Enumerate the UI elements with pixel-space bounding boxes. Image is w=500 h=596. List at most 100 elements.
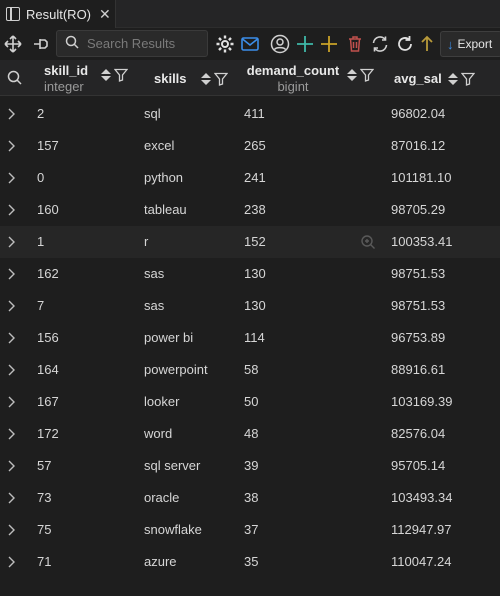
- cell-avg-sal[interactable]: 103169.39: [391, 386, 452, 418]
- move-icon[interactable]: [2, 33, 24, 55]
- chevron-right-icon[interactable]: [7, 556, 15, 568]
- chevron-right-icon[interactable]: [7, 300, 15, 312]
- cell-avg-sal[interactable]: 101181.10: [391, 162, 452, 194]
- table-row[interactable]: 172 word 48 82576.04: [0, 418, 500, 450]
- chevron-right-icon[interactable]: [7, 524, 15, 536]
- table-row[interactable]: 156 power bi 114 96753.89: [0, 322, 500, 354]
- arrow-up-icon[interactable]: [416, 33, 438, 55]
- cell-skill-id[interactable]: 1: [37, 226, 44, 258]
- filter-icon[interactable]: [214, 72, 228, 86]
- chevron-right-icon[interactable]: [7, 140, 15, 152]
- cell-skills[interactable]: sas: [144, 290, 164, 322]
- cell-avg-sal[interactable]: 110047.24: [391, 546, 452, 578]
- filter-icon[interactable]: [360, 68, 374, 82]
- cell-demand-count[interactable]: 152: [244, 226, 266, 258]
- pin-icon[interactable]: [30, 33, 52, 55]
- sort-icon[interactable]: [200, 72, 212, 86]
- chevron-right-icon[interactable]: [7, 364, 15, 376]
- cell-skill-id[interactable]: 160: [37, 194, 59, 226]
- cell-skills[interactable]: powerpoint: [144, 354, 208, 386]
- cell-demand-count[interactable]: 130: [244, 258, 266, 290]
- cell-demand-count[interactable]: 48: [244, 418, 258, 450]
- cell-skills[interactable]: word: [144, 418, 172, 450]
- cell-skill-id[interactable]: 162: [37, 258, 59, 290]
- cell-demand-count[interactable]: 39: [244, 450, 258, 482]
- chevron-right-icon[interactable]: [7, 460, 15, 472]
- search-input[interactable]: [87, 36, 207, 51]
- cell-avg-sal[interactable]: 95705.14: [391, 450, 445, 482]
- chevron-right-icon[interactable]: [7, 396, 15, 408]
- cell-demand-count[interactable]: 37: [244, 514, 258, 546]
- cell-avg-sal[interactable]: 88916.61: [391, 354, 445, 386]
- cell-skill-id[interactable]: 71: [37, 546, 51, 578]
- column-header-skill-id[interactable]: skill_id integer: [44, 60, 88, 96]
- table-row[interactable]: 1 r 152 100353.41: [0, 226, 500, 258]
- cell-demand-count[interactable]: 38: [244, 482, 258, 514]
- cell-skills[interactable]: tableau: [144, 194, 187, 226]
- sort-icon[interactable]: [100, 68, 112, 82]
- cell-avg-sal[interactable]: 98751.53: [391, 258, 445, 290]
- chevron-right-icon[interactable]: [7, 268, 15, 280]
- cell-skills[interactable]: snowflake: [144, 514, 202, 546]
- refresh-icon[interactable]: [394, 33, 416, 55]
- table-row[interactable]: 57 sql server 39 95705.14: [0, 450, 500, 482]
- cell-demand-count[interactable]: 114: [244, 322, 265, 354]
- table-row[interactable]: 71 azure 35 110047.24: [0, 546, 500, 578]
- table-row[interactable]: 157 excel 265 87016.12: [0, 130, 500, 162]
- cell-demand-count[interactable]: 241: [244, 162, 266, 194]
- delete-trash-icon[interactable]: [344, 33, 366, 55]
- cell-avg-sal[interactable]: 98705.29: [391, 194, 445, 226]
- add-column-icon[interactable]: [318, 33, 340, 55]
- cell-skill-id[interactable]: 2: [37, 98, 44, 130]
- column-header-skills[interactable]: skills: [154, 60, 187, 96]
- table-row[interactable]: 73 oracle 38 103493.34: [0, 482, 500, 514]
- cell-avg-sal[interactable]: 96802.04: [391, 98, 445, 130]
- search-box[interactable]: [56, 30, 208, 57]
- chevron-right-icon[interactable]: [7, 172, 15, 184]
- cell-avg-sal[interactable]: 103493.34: [391, 482, 452, 514]
- user-icon[interactable]: [269, 33, 291, 55]
- chevron-right-icon[interactable]: [7, 236, 15, 248]
- table-row[interactable]: 162 sas 130 98751.53: [0, 258, 500, 290]
- cell-avg-sal[interactable]: 87016.12: [391, 130, 445, 162]
- cell-avg-sal[interactable]: 82576.04: [391, 418, 445, 450]
- cell-avg-sal[interactable]: 100353.41: [391, 226, 452, 258]
- cell-skills[interactable]: r: [144, 226, 148, 258]
- cell-skills[interactable]: sas: [144, 258, 164, 290]
- cell-demand-count[interactable]: 411: [244, 98, 265, 130]
- export-button[interactable]: ↓ Export: [440, 31, 500, 57]
- cell-skill-id[interactable]: 164: [37, 354, 59, 386]
- cell-demand-count[interactable]: 58: [244, 354, 258, 386]
- cell-skills[interactable]: looker: [144, 386, 179, 418]
- table-row[interactable]: 7 sas 130 98751.53: [0, 290, 500, 322]
- cell-skill-id[interactable]: 57: [37, 450, 51, 482]
- cell-avg-sal[interactable]: 96753.89: [391, 322, 445, 354]
- table-row[interactable]: 167 looker 50 103169.39: [0, 386, 500, 418]
- chevron-right-icon[interactable]: [7, 492, 15, 504]
- cell-skill-id[interactable]: 7: [37, 290, 44, 322]
- cell-skills[interactable]: excel: [144, 130, 174, 162]
- cell-skill-id[interactable]: 157: [37, 130, 59, 162]
- cell-demand-count[interactable]: 35: [244, 546, 258, 578]
- chevron-right-icon[interactable]: [7, 332, 15, 344]
- cell-skill-id[interactable]: 73: [37, 482, 51, 514]
- cell-skill-id[interactable]: 172: [37, 418, 59, 450]
- cell-demand-count[interactable]: 50: [244, 386, 258, 418]
- add-row-icon[interactable]: [294, 33, 316, 55]
- table-row[interactable]: 2 sql 411 96802.04: [0, 98, 500, 130]
- table-row[interactable]: 75 snowflake 37 112947.97: [0, 514, 500, 546]
- cell-skills[interactable]: azure: [144, 546, 177, 578]
- mail-icon[interactable]: [239, 33, 261, 55]
- cell-skills[interactable]: power bi: [144, 322, 193, 354]
- cell-demand-count[interactable]: 265: [244, 130, 266, 162]
- tab-result[interactable]: Result(RO) ✕: [0, 0, 116, 28]
- cell-skills[interactable]: python: [144, 162, 183, 194]
- zoom-in-icon[interactable]: [360, 234, 376, 250]
- cell-skills[interactable]: sql: [144, 98, 161, 130]
- filter-icon[interactable]: [461, 72, 475, 86]
- cell-skills[interactable]: oracle: [144, 482, 179, 514]
- column-header-demand-count[interactable]: demand_count bigint: [245, 60, 341, 96]
- sort-icon[interactable]: [346, 68, 358, 82]
- cell-skill-id[interactable]: 75: [37, 514, 51, 546]
- chevron-right-icon[interactable]: [7, 428, 15, 440]
